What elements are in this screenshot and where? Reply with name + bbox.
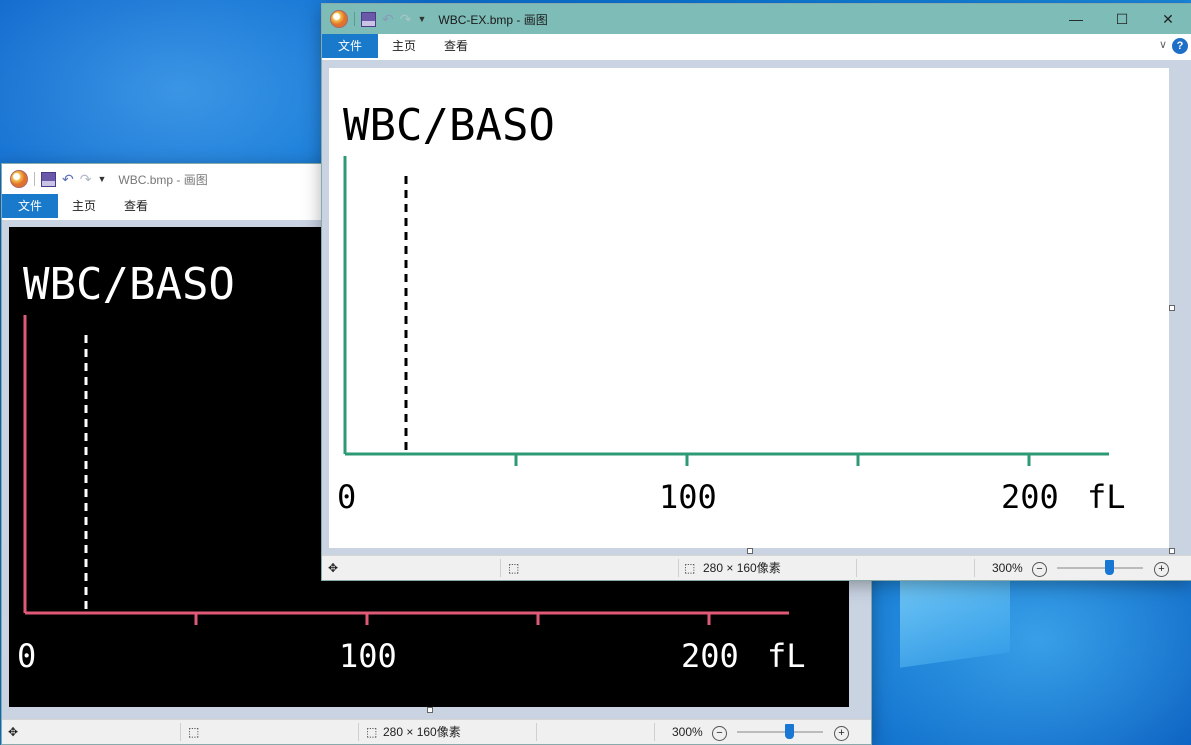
status-bar: ✥ ⬚ ⬚ 280 × 160像素 300% − + (322, 555, 1191, 580)
window-title: WBC-EX.bmp - 画图 (438, 12, 548, 27)
image-content: WBC/BASO 0 100 200 fL (337, 100, 1126, 516)
tab-view[interactable]: 查看 (110, 194, 162, 218)
zoom-out-icon[interactable]: − (1032, 556, 1047, 580)
resize-handle[interactable] (747, 548, 753, 554)
tab-view[interactable]: 查看 (430, 34, 482, 58)
undo-icon[interactable]: ↶ (62, 171, 74, 188)
resize-handle[interactable] (427, 707, 433, 713)
status-divider (500, 559, 501, 577)
title-bar: ↶ ↷ ▼ WBC-EX.bmp - 画图 — ☐ ✕ (322, 4, 1191, 34)
image-size-icon: ⬚ (684, 561, 696, 575)
image-size: 280 × 160像素 (383, 725, 461, 739)
customize-toolbar-icon[interactable]: ▼ (97, 174, 106, 184)
ribbon-tabs: 文件 主页 查看 ∨ ? (322, 34, 1191, 58)
status-divider (678, 559, 679, 577)
image-size-icon: ⬚ (366, 725, 378, 739)
zoom-slider-thumb[interactable] (785, 724, 794, 739)
customize-toolbar-icon[interactable]: ▼ (417, 14, 426, 24)
zoom-level: 300% (992, 561, 1023, 575)
resize-handle[interactable] (1169, 305, 1175, 311)
move-icon: ✥ (8, 725, 19, 739)
quick-access-toolbar: ↶ ↷ ▼ (322, 10, 426, 28)
image-heading: WBC/BASO (23, 259, 235, 310)
zoom-slider[interactable] (737, 731, 823, 733)
tab-file[interactable]: 文件 (322, 34, 378, 58)
status-divider (654, 723, 655, 741)
zoom-in-icon[interactable]: + (834, 720, 849, 744)
save-icon[interactable] (41, 171, 56, 187)
image-heading: WBC/BASO (343, 100, 555, 151)
zoom-out-icon[interactable]: − (712, 720, 727, 744)
redo-icon[interactable]: ↷ (80, 171, 92, 188)
axis-label-unit: fL (767, 637, 806, 675)
quick-access-toolbar: ↶ ↷ ▼ (2, 170, 106, 188)
axis-label-0: 0 (337, 478, 356, 516)
maximize-icon[interactable]: ☐ (1099, 4, 1145, 34)
window-title: WBC.bmp - 画图 (118, 172, 208, 187)
paint-window-wbc-ex: ↶ ↷ ▼ WBC-EX.bmp - 画图 — ☐ ✕ 文件 主页 查看 ∨ ?… (322, 4, 1191, 580)
canvas-area: WBC/BASO 0 100 200 fL (322, 60, 1191, 556)
tab-file[interactable]: 文件 (2, 194, 58, 218)
image-canvas[interactable]: WBC/BASO 0 100 200 fL (329, 68, 1169, 548)
selection-icon: ⬚ (508, 561, 520, 575)
zoom-slider[interactable] (1057, 567, 1143, 569)
close-icon[interactable]: ✕ (1145, 4, 1191, 34)
axis-label-100: 100 (339, 637, 397, 675)
resize-handle[interactable] (1169, 548, 1175, 554)
move-icon: ✥ (328, 561, 339, 575)
minimize-icon[interactable]: — (1053, 4, 1099, 34)
undo-icon[interactable]: ↶ (382, 11, 394, 28)
status-divider (856, 559, 857, 577)
tab-home[interactable]: 主页 (378, 34, 430, 58)
toolbar-divider (354, 12, 355, 26)
status-bar: ✥ ⬚ ⬚ 280 × 160像素 300% − + (2, 719, 871, 744)
status-divider (180, 723, 181, 741)
status-divider (358, 723, 359, 741)
zoom-slider-thumb[interactable] (1105, 560, 1114, 575)
zoom-in-icon[interactable]: + (1154, 556, 1169, 580)
tab-home[interactable]: 主页 (58, 194, 110, 218)
redo-icon[interactable]: ↷ (400, 11, 412, 28)
save-icon[interactable] (361, 11, 376, 27)
axis-label-200: 200 (681, 637, 739, 675)
axis-label-100: 100 (659, 478, 717, 516)
help-icon[interactable]: ? (1172, 38, 1188, 54)
status-divider (974, 559, 975, 577)
toolbar-divider (34, 172, 35, 186)
paint-icon[interactable] (10, 170, 28, 188)
axis-label-unit: fL (1087, 478, 1126, 516)
axis-label-0: 0 (17, 637, 36, 675)
paint-icon[interactable] (330, 10, 348, 28)
image-size: 280 × 160像素 (703, 561, 781, 575)
selection-icon: ⬚ (188, 725, 200, 739)
axis-label-200: 200 (1001, 478, 1059, 516)
status-divider (536, 723, 537, 741)
collapse-ribbon-icon[interactable]: ∨ (1159, 38, 1167, 51)
window-controls: — ☐ ✕ (1053, 4, 1191, 34)
zoom-level: 300% (672, 725, 703, 739)
